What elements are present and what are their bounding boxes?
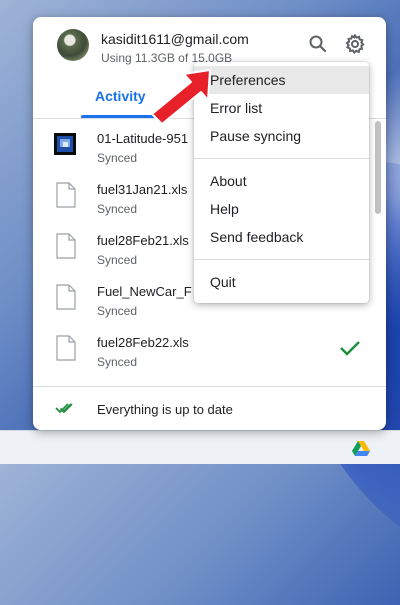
image-file-icon: [54, 133, 76, 155]
search-icon[interactable]: [307, 33, 329, 55]
file-name: 01-Latitude-951: [97, 131, 189, 146]
menu-item-send-feedback[interactable]: Send feedback: [194, 223, 369, 251]
document-file-icon: [56, 233, 76, 259]
list-item[interactable]: fuel28Feb22.xls Synced: [33, 325, 386, 376]
document-file-icon: [56, 284, 76, 310]
sync-status-text: Everything is up to date: [97, 402, 233, 417]
gear-icon[interactable]: [344, 33, 366, 55]
menu-item-error-list[interactable]: Error list: [194, 94, 369, 122]
file-name: fuel28Feb22.xls: [97, 335, 189, 350]
account-email: kasidit1611@gmail.com: [101, 31, 249, 47]
taskbar: [0, 430, 400, 464]
file-status: Synced: [97, 355, 138, 369]
file-name: fuel28Feb21.xls: [97, 233, 189, 248]
menu-divider: [194, 158, 369, 159]
double-check-icon: [55, 403, 73, 414]
document-file-icon: [56, 335, 76, 361]
document-file-icon: [56, 182, 76, 208]
file-status: Synced: [97, 253, 138, 267]
scrollbar-thumb[interactable]: [375, 121, 381, 214]
red-arrow-annotation: [151, 69, 211, 125]
file-status: Synced: [97, 202, 138, 216]
footer-divider: [33, 386, 386, 387]
file-status: Synced: [97, 304, 138, 318]
menu-item-preferences[interactable]: Preferences: [194, 66, 369, 94]
settings-menu: Preferences Error list Pause syncing Abo…: [194, 62, 369, 303]
tab-activity-label: Activity: [95, 88, 146, 104]
google-drive-tray-icon[interactable]: [352, 441, 370, 457]
menu-divider: [194, 259, 369, 260]
file-status: Synced: [97, 151, 138, 165]
synced-check-icon: [340, 341, 360, 356]
file-name: Fuel_NewCar_F: [97, 284, 192, 299]
menu-item-pause-syncing[interactable]: Pause syncing: [194, 122, 369, 150]
menu-item-about[interactable]: About: [194, 167, 369, 195]
avatar[interactable]: [57, 29, 89, 61]
menu-item-quit[interactable]: Quit: [194, 268, 369, 296]
menu-item-help[interactable]: Help: [194, 195, 369, 223]
file-name: fuel31Jan21.xls: [97, 182, 188, 197]
